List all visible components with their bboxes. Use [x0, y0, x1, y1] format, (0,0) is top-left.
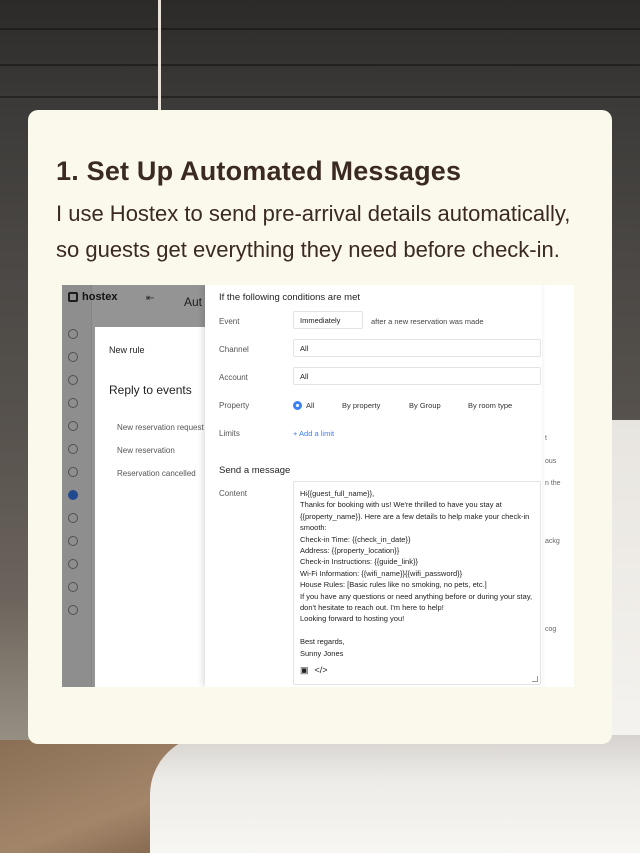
new-rule-title: New rule: [109, 345, 145, 355]
channel-label: Channel: [219, 345, 249, 354]
property-label: Property: [219, 401, 250, 410]
account-select[interactable]: All: [293, 367, 541, 385]
bed-sheet: [150, 735, 640, 853]
truncated-text: t: [545, 435, 547, 442]
content-line: don't hesitate to reach out. I'm here to…: [300, 603, 444, 613]
event-item[interactable]: New reservation: [117, 446, 175, 455]
content-line: If you have any questions or need anythi…: [300, 591, 533, 601]
event-suffix: after a new reservation was made: [371, 317, 484, 326]
content-line: smooth:: [300, 523, 327, 533]
property-radio-by-room-type[interactable]: By room type: [468, 401, 512, 410]
code-icon[interactable]: </>: [315, 665, 328, 676]
truncated-text: cog: [545, 626, 557, 633]
card-title: 1. Set Up Automated Messages: [56, 156, 462, 186]
event-item[interactable]: Reservation cancelled: [117, 469, 196, 478]
event-label: Event: [219, 317, 240, 326]
background-page-edge: t ous n the ackg cog: [542, 285, 574, 687]
truncated-text: ous: [545, 458, 557, 465]
channel-select[interactable]: All: [293, 339, 541, 357]
conditions-heading: If the following conditions are met: [219, 292, 360, 303]
content-line: Address: {{property_location}}: [300, 546, 400, 556]
event-select[interactable]: Immediately: [293, 311, 363, 329]
event-item[interactable]: New reservation request: [117, 423, 204, 432]
property-radio-by-group[interactable]: By Group: [409, 401, 441, 410]
info-card: 1. Set Up Automated Messages I use Hoste…: [28, 110, 612, 744]
send-message-heading: Send a message: [219, 465, 291, 476]
image-icon[interactable]: ▣: [300, 665, 309, 676]
new-rule-panel: New rule Reply to events New reservation…: [95, 327, 205, 687]
reply-to-events-heading: Reply to events: [109, 383, 192, 397]
add-limit-link[interactable]: + Add a limit: [293, 429, 334, 438]
resize-handle-icon[interactable]: [532, 676, 538, 682]
content-line: Best regards,: [300, 637, 345, 647]
content-line: Thanks for booking with us! We're thrill…: [300, 500, 502, 510]
radio-selected-icon: [293, 401, 302, 410]
app-screenshot: hostex ⇤ Aut New rule Reply to events Ne…: [62, 285, 574, 687]
content-line: House Rules: [Basic rules like no smokin…: [300, 580, 487, 590]
content-line: Wi-Fi Information: {{wifi_name}}{{wifi_p…: [300, 568, 463, 578]
radio-label: By Group: [409, 401, 441, 410]
message-content-editor[interactable]: Hi{{guest_full_name}}, Thanks for bookin…: [293, 481, 541, 685]
content-line: Looking forward to hosting you!: [300, 614, 405, 624]
content-line: Check-in Instructions: {{guide_link}}: [300, 557, 418, 567]
card-body: I use Hostex to send pre-arrival details…: [56, 201, 571, 262]
property-radio-by-property[interactable]: By property: [342, 401, 380, 410]
content-line: Hi{{guest_full_name}},: [300, 489, 375, 498]
limits-label: Limits: [219, 429, 240, 438]
radio-label: By room type: [468, 401, 513, 410]
radio-label: By property: [342, 401, 381, 410]
truncated-text: n the: [545, 480, 561, 487]
content-line: [300, 625, 534, 636]
truncated-text: ackg: [545, 538, 560, 545]
content-line: Sunny Jones: [300, 648, 344, 658]
account-label: Account: [219, 373, 248, 382]
radio-label: All: [306, 401, 315, 410]
editor-toolbar: ▣ </>: [300, 665, 328, 676]
property-radio-all[interactable]: All: [293, 401, 314, 410]
content-line: Check-in Time: {{check_in_date}}: [300, 534, 411, 544]
hanging-cord: [158, 0, 161, 110]
content-line: {{property_name}}. Here are a few detail…: [300, 511, 530, 521]
rule-form-panel: If the following conditions are met Even…: [205, 285, 542, 687]
content-label: Content: [219, 489, 248, 498]
